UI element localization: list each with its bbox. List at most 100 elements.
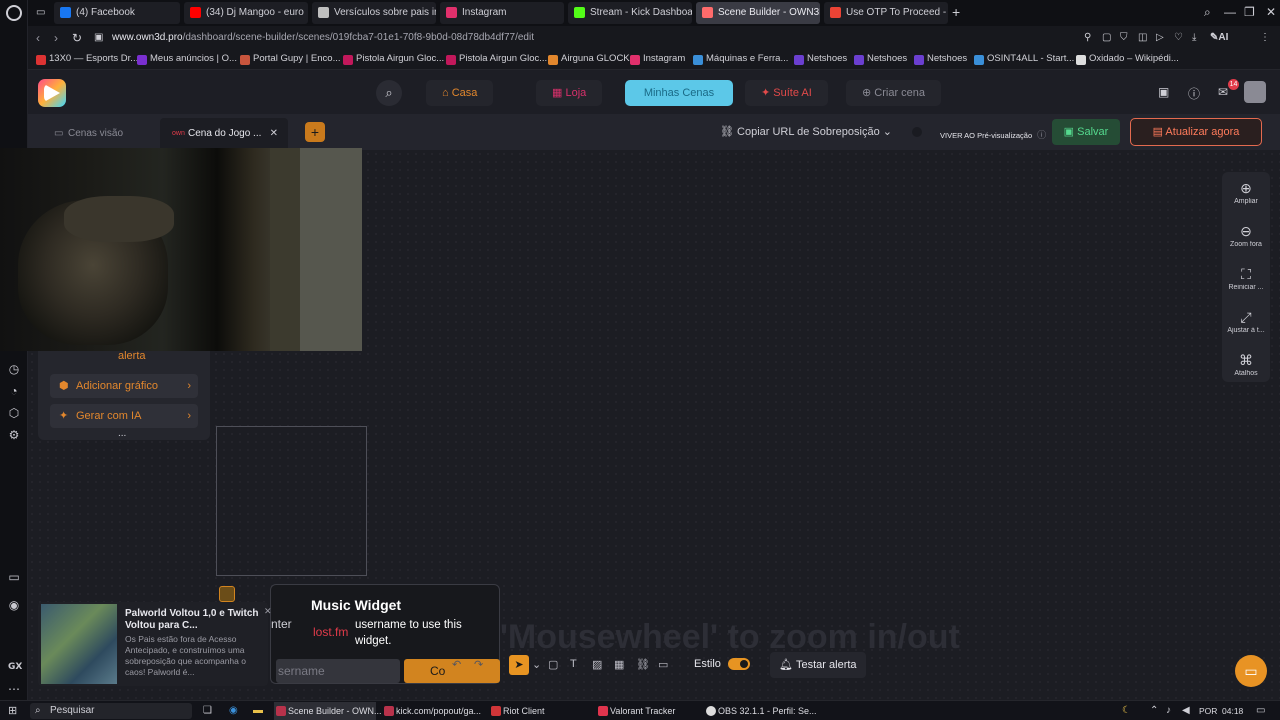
more-options-icon[interactable]: ...	[118, 428, 126, 439]
gx-control-label[interactable]: GX	[8, 662, 22, 672]
tab-gmail-otp[interactable]: Use OTP To Proceed - felip	[824, 2, 948, 24]
add-chart-button[interactable]: ⬢ Adicionar gráfico ›	[50, 374, 198, 398]
volume-icon[interactable]: ◀	[1182, 705, 1190, 716]
lastfm-username-input[interactable]: sername	[276, 659, 400, 683]
own3d-logo[interactable]	[38, 79, 66, 107]
reload-icon[interactable]: ↻	[72, 31, 82, 45]
bookmark-item[interactable]: Oxidado – Wikipédi...	[1076, 53, 1179, 65]
close-window-icon[interactable]: ✕	[1266, 5, 1276, 19]
cube-icon[interactable]: ⬡	[7, 406, 21, 420]
opera-gx-logo[interactable]	[6, 5, 22, 21]
grid-tool-icon[interactable]: ▦	[614, 658, 624, 671]
microphone-icon[interactable]: ♪	[1166, 705, 1171, 716]
tab-scenes-view[interactable]: ▭ Cenas visão	[40, 118, 158, 150]
bookmark-item[interactable]: Airguna GLOCK	[548, 53, 630, 65]
shortcuts-button[interactable]: ⌘ Atalhos	[1222, 352, 1270, 377]
vpn-icon[interactable]: ⛉	[1120, 32, 1128, 43]
tray-chevron-icon[interactable]: ⌃	[1150, 705, 1158, 716]
search-icon[interactable]: ⌕	[376, 80, 402, 106]
support-chat-button[interactable]: ▭	[1235, 655, 1267, 687]
monitor-icon[interactable]: ▣	[1158, 85, 1169, 99]
clock-icon[interactable]: ◔	[7, 384, 21, 398]
image-tool-icon[interactable]: ▨	[592, 658, 602, 671]
text-tool-icon[interactable]: T	[570, 658, 577, 670]
tab-game-scene[interactable]: own Cena do Jogo ... ✕	[160, 118, 288, 150]
bookmark-item[interactable]: Netshoes	[794, 53, 847, 65]
taskbar-app-riot[interactable]: Riot Client	[489, 702, 589, 720]
widget-tool-icon[interactable]: ▭	[658, 658, 668, 671]
taskbar-app-valorant[interactable]: Valorant Tracker	[596, 702, 698, 720]
nav-create-scene[interactable]: ⊕ Criar cena	[846, 80, 942, 106]
site-info-icon[interactable]: ▣	[94, 32, 103, 43]
clock[interactable]: 04:18	[1222, 706, 1243, 716]
save-button[interactable]: ▣ Salvar	[1052, 119, 1120, 145]
tab-scene-builder[interactable]: Scene Builder - OWN3D P	[696, 2, 820, 24]
url-field[interactable]: www.own3d.pro/dashboard/scene-builder/sc…	[112, 32, 534, 43]
zoom-in-button[interactable]: ⊕ Ampliar	[1222, 180, 1270, 205]
canvas-element-frame[interactable]	[216, 426, 367, 576]
bookmark-item[interactable]: Portal Gupy | Enco...	[240, 53, 340, 65]
nav-my-scenes[interactable]: Minhas Cenas	[625, 80, 733, 106]
play-icon[interactable]: ▷	[1156, 32, 1164, 43]
tab-youtube[interactable]: (34) Dj Mangoo - euro	[184, 2, 308, 24]
reset-zoom-button[interactable]: ⛶ Reiniciar ...	[1222, 266, 1270, 291]
bookmark-item[interactable]: Pistola Airgun Gloc...	[446, 53, 547, 65]
news-notification[interactable]: Palworld Voltou 1,0 e Twitch Voltou para…	[38, 602, 272, 686]
close-icon[interactable]: ✕	[264, 606, 272, 617]
new-tab-icon[interactable]: +	[952, 4, 960, 20]
minimize-icon[interactable]: —	[1224, 5, 1236, 19]
back-icon[interactable]: ‹	[36, 31, 40, 45]
bookmark-item[interactable]: Netshoes	[854, 53, 907, 65]
windows-start-icon[interactable]: ⊞	[8, 704, 17, 717]
explorer-icon[interactable]: ▬	[253, 705, 263, 716]
circle-icon[interactable]: ◉	[7, 598, 21, 612]
notifications-icon[interactable]: ✉	[1218, 85, 1228, 99]
bookmark-item[interactable]: Instagram	[630, 53, 685, 65]
notification-center-icon[interactable]: ▭	[1256, 705, 1265, 716]
pointer-tool[interactable]: ➤	[509, 655, 529, 675]
history-icon[interactable]: ◷	[7, 362, 21, 376]
taskbar-search[interactable]: ⌕ Pesquisar	[30, 703, 192, 719]
language-indicator[interactable]: POR	[1199, 706, 1217, 716]
tab-instagram[interactable]: Instagram	[440, 2, 564, 24]
heart-icon[interactable]: ♡	[1174, 32, 1183, 43]
more-icon[interactable]: ⋯	[7, 682, 21, 696]
forward-icon[interactable]: ›	[54, 31, 58, 45]
undo-icon[interactable]: ↶	[452, 658, 461, 671]
tab-facebook[interactable]: (4) Facebook	[54, 2, 180, 24]
nav-shop[interactable]: ▦ Loja	[536, 80, 603, 106]
taskbar-app-scene-builder[interactable]: Scene Builder - OWN...	[274, 702, 382, 720]
camera-icon[interactable]: ◫	[1138, 32, 1147, 43]
avatar[interactable]	[1244, 81, 1266, 103]
nav-home[interactable]: ⌂ Casa	[426, 80, 494, 106]
moon-icon[interactable]: ☾	[1122, 705, 1131, 716]
edge-icon[interactable]: ◉	[229, 705, 238, 716]
search-tabs-icon[interactable]: ⌕	[1204, 5, 1211, 20]
chat-icon[interactable]: ▭	[7, 570, 21, 584]
taskbar-app-obs[interactable]: OBS 32.1.1 - Perfil: Se...	[704, 702, 817, 720]
bookmark-item[interactable]: Netshoes	[914, 53, 967, 65]
screenshot-icon[interactable]: ▢	[1102, 32, 1111, 43]
zoom-out-button[interactable]: ⊖ Zoom fora	[1222, 223, 1270, 248]
bookmark-item[interactable]: Meus anúncios | O...	[137, 53, 237, 65]
copy-overlay-url-button[interactable]: ⛓ Copiar URL de Sobreposição ⌄	[720, 125, 892, 138]
music-widget-icon[interactable]	[219, 586, 235, 602]
pin-icon[interactable]: ⚲	[1084, 32, 1091, 43]
workspace-icon[interactable]: ▭	[28, 2, 56, 24]
help-icon[interactable]: ⓘ	[1188, 85, 1200, 102]
task-view-icon[interactable]: ❏	[203, 705, 212, 716]
settings-icon[interactable]: ⚙	[7, 428, 21, 442]
update-now-button[interactable]: ▤ Atualizar agora	[1130, 118, 1262, 146]
nav-ai-suite[interactable]: ✦ Suíte AI	[745, 80, 828, 106]
link-tool-icon[interactable]: ⛓	[636, 658, 650, 671]
bookmark-item[interactable]: Pistola Airgun Gloc...	[343, 53, 444, 65]
menu-icon[interactable]: ⋮	[1260, 32, 1270, 43]
style-toggle[interactable]	[728, 658, 750, 670]
download-icon[interactable]: ⤓	[1192, 32, 1196, 43]
add-alert-label[interactable]: alerta	[118, 350, 146, 362]
tab-kick[interactable]: Stream - Kick Dashboard	[568, 2, 692, 24]
chevron-down-icon[interactable]: ⌄	[532, 658, 541, 671]
add-scene-button[interactable]: +	[305, 122, 325, 142]
ai-button[interactable]: ✎AI	[1210, 32, 1228, 43]
bookmark-item[interactable]: Máquinas e Ferra...	[693, 53, 788, 65]
